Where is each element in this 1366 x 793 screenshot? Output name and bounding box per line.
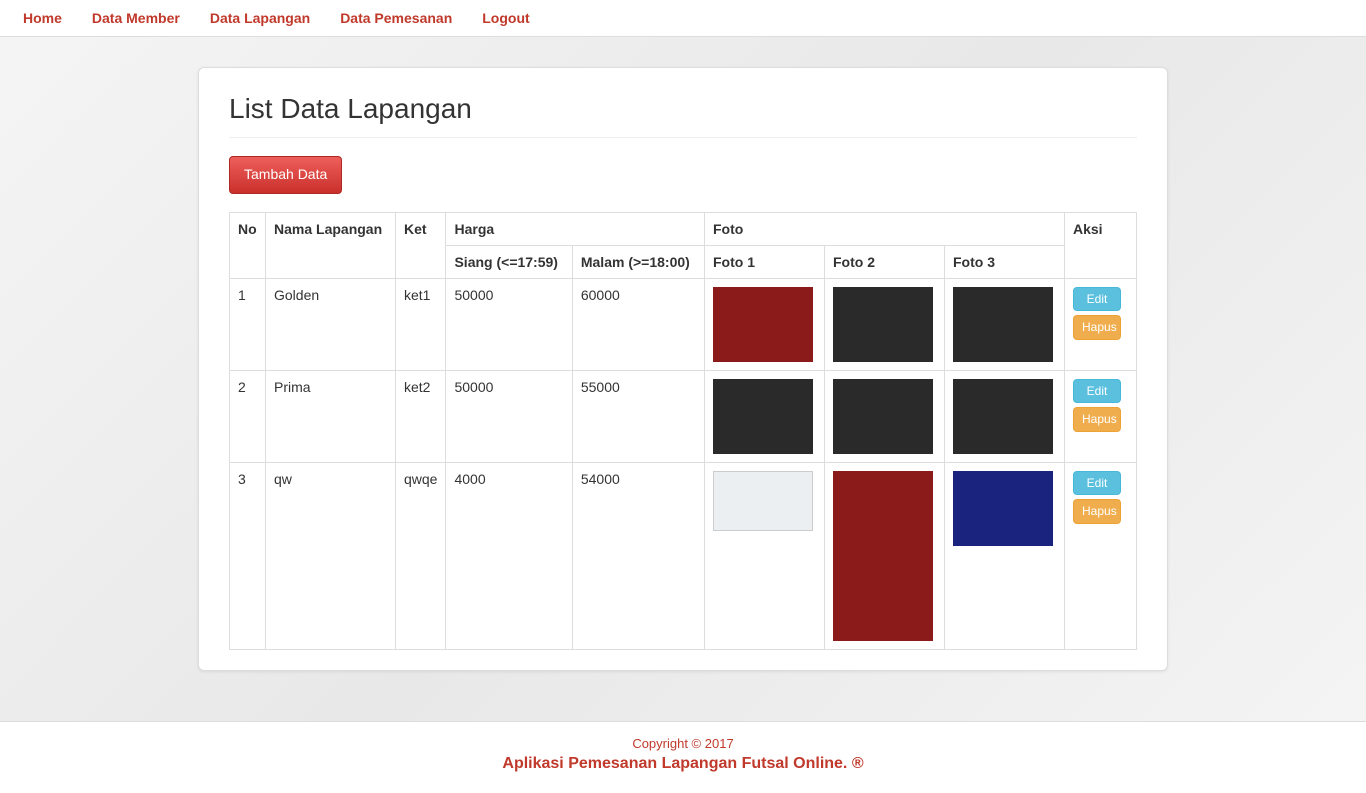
cell-ket: ket1: [396, 278, 446, 370]
cell-malam: 55000: [572, 370, 704, 462]
cell-siang: 50000: [446, 278, 572, 370]
cell-foto3: [945, 278, 1065, 370]
th-foto3: Foto 3: [945, 245, 1065, 278]
divider: [229, 137, 1137, 138]
cell-ket: ket2: [396, 370, 446, 462]
th-nama: Nama Lapangan: [266, 212, 396, 278]
cell-foto3: [945, 370, 1065, 462]
cell-siang: 4000: [446, 462, 572, 649]
nav-data-lapangan[interactable]: Data Lapangan: [195, 0, 325, 36]
cell-foto2: [825, 462, 945, 649]
add-data-button[interactable]: Tambah Data: [229, 156, 342, 194]
photo-thumbnail[interactable]: [953, 471, 1053, 546]
nav-data-member[interactable]: Data Member: [77, 0, 195, 36]
cell-nama: qw: [266, 462, 396, 649]
cell-no: 1: [230, 278, 266, 370]
main-panel: List Data Lapangan Tambah Data No Nama L…: [198, 67, 1168, 671]
cell-malam: 60000: [572, 278, 704, 370]
cell-aksi: Edit Hapus: [1065, 370, 1137, 462]
photo-thumbnail[interactable]: [833, 287, 933, 362]
delete-button[interactable]: Hapus: [1073, 315, 1121, 340]
th-aksi: Aksi: [1065, 212, 1137, 278]
table-row: 3 qw qwqe 4000 54000 Edit Hapus: [230, 462, 1137, 649]
edit-button[interactable]: Edit: [1073, 287, 1121, 312]
cell-no: 3: [230, 462, 266, 649]
cell-malam: 54000: [572, 462, 704, 649]
table-row: 1 Golden ket1 50000 60000 Edit Hapus: [230, 278, 1137, 370]
photo-thumbnail[interactable]: [953, 379, 1053, 454]
photo-thumbnail[interactable]: [833, 379, 933, 454]
cell-foto2: [825, 278, 945, 370]
photo-thumbnail[interactable]: [713, 287, 813, 362]
edit-button[interactable]: Edit: [1073, 379, 1121, 404]
cell-foto1: [705, 370, 825, 462]
th-ket: Ket: [396, 212, 446, 278]
th-siang: Siang (<=17:59): [446, 245, 572, 278]
footer-copyright: Copyright © 2017: [0, 736, 1366, 751]
cell-nama: Golden: [266, 278, 396, 370]
cell-nama: Prima: [266, 370, 396, 462]
cell-foto1: [705, 278, 825, 370]
photo-thumbnail[interactable]: [713, 379, 813, 454]
delete-button[interactable]: Hapus: [1073, 407, 1121, 432]
photo-thumbnail[interactable]: [953, 287, 1053, 362]
photo-thumbnail[interactable]: [833, 471, 933, 641]
photo-thumbnail[interactable]: [713, 471, 813, 531]
cell-aksi: Edit Hapus: [1065, 278, 1137, 370]
nav-data-pemesanan[interactable]: Data Pemesanan: [325, 0, 467, 36]
nav-home[interactable]: Home: [8, 0, 77, 36]
cell-no: 2: [230, 370, 266, 462]
cell-foto2: [825, 370, 945, 462]
th-harga: Harga: [446, 212, 705, 245]
cell-ket: qwqe: [396, 462, 446, 649]
th-malam: Malam (>=18:00): [572, 245, 704, 278]
page-title: List Data Lapangan: [229, 93, 1137, 125]
top-navbar: Home Data Member Data Lapangan Data Peme…: [0, 0, 1366, 37]
nav-logout[interactable]: Logout: [467, 0, 544, 36]
th-no: No: [230, 212, 266, 278]
table-row: 2 Prima ket2 50000 55000 Edit Hapus: [230, 370, 1137, 462]
footer-appname: Aplikasi Pemesanan Lapangan Futsal Onlin…: [0, 755, 1366, 773]
th-foto: Foto: [705, 212, 1065, 245]
footer: Copyright © 2017 Aplikasi Pemesanan Lapa…: [0, 721, 1366, 793]
th-foto2: Foto 2: [825, 245, 945, 278]
cell-foto3: [945, 462, 1065, 649]
delete-button[interactable]: Hapus: [1073, 499, 1121, 524]
edit-button[interactable]: Edit: [1073, 471, 1121, 496]
th-foto1: Foto 1: [705, 245, 825, 278]
cell-siang: 50000: [446, 370, 572, 462]
cell-aksi: Edit Hapus: [1065, 462, 1137, 649]
cell-foto1: [705, 462, 825, 649]
lapangan-table: No Nama Lapangan Ket Harga Foto Aksi Sia…: [229, 212, 1137, 650]
